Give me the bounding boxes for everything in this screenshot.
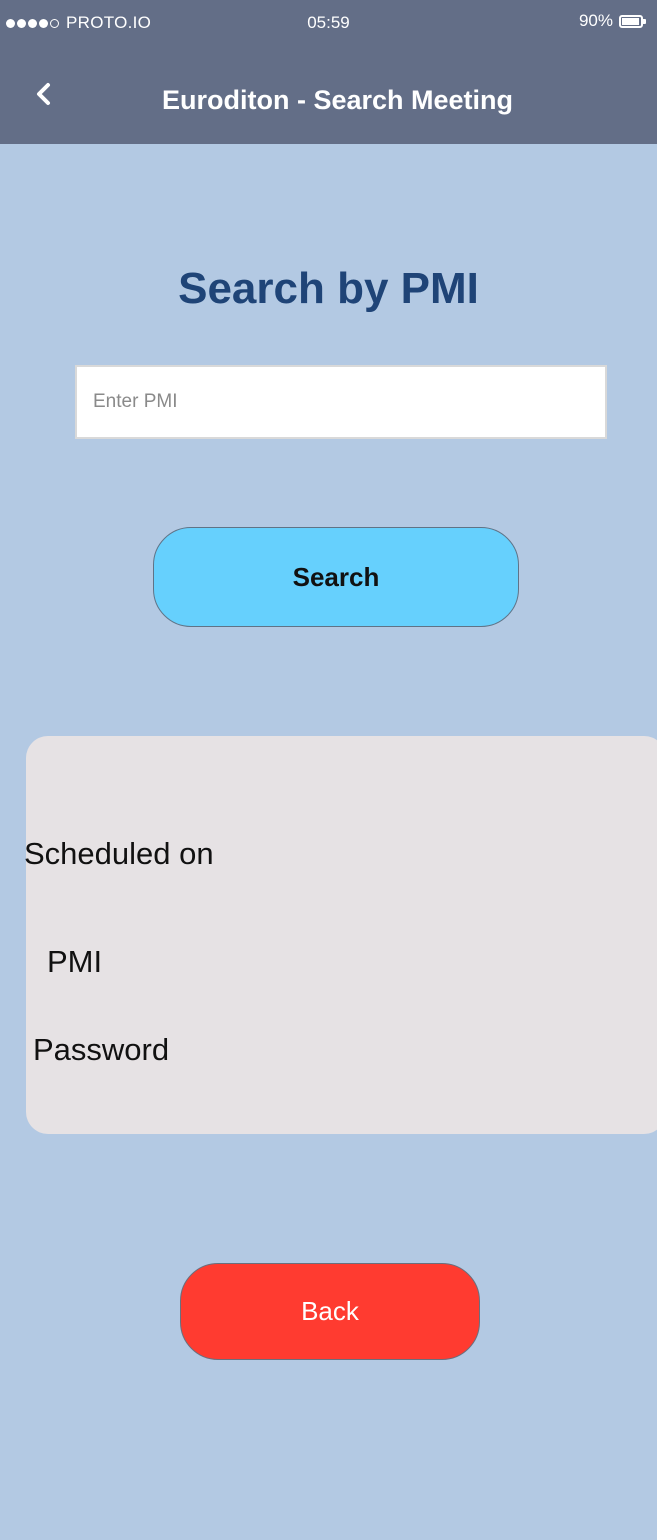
- battery-icon: [619, 14, 646, 28]
- battery-percent: 90%: [578, 11, 613, 30]
- pmi-label: PMI: [47, 944, 103, 979]
- pmi-input[interactable]: [75, 365, 607, 439]
- status-bar: PROTO.IO 05:59 90%: [0, 0, 657, 48]
- status-time: 05:59: [307, 13, 350, 32]
- battery-group: 90%: [578, 11, 646, 31]
- meeting-info-card: Scheduled on PMI Password: [24, 736, 657, 1134]
- back-button[interactable]: Back: [180, 1263, 480, 1360]
- password-label: Password: [33, 1032, 170, 1067]
- search-button[interactable]: Search: [153, 527, 519, 627]
- page-title: Euroditon - Search Meeting: [161, 85, 514, 115]
- search-heading: Search by PMI: [178, 264, 479, 313]
- navigation-bar: Euroditon - Search Meeting: [0, 48, 657, 144]
- scheduled-on-label: Scheduled on: [24, 836, 214, 871]
